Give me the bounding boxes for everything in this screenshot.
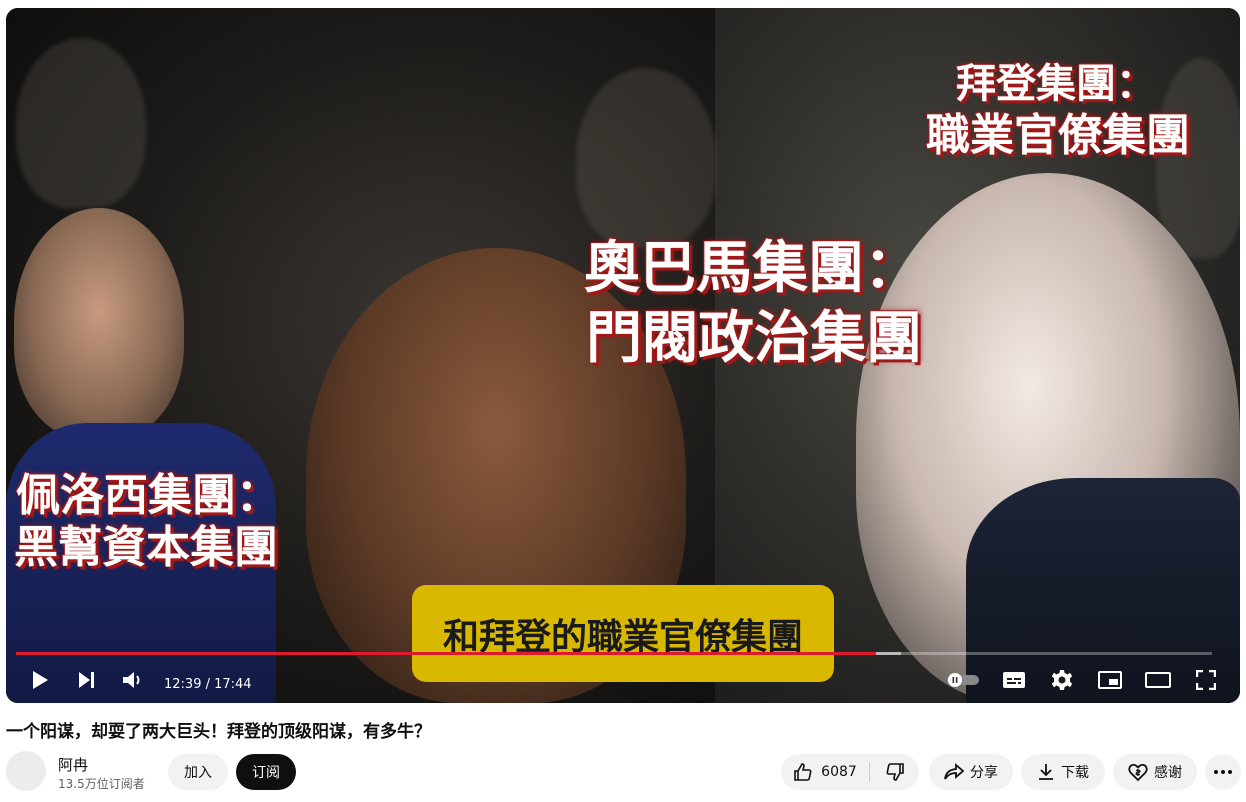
- share-icon: [944, 763, 964, 780]
- video-title: 一个阳谋，却耍了两大巨头！拜登的顶级阳谋，有多牛？: [6, 722, 431, 742]
- more-icon: [1214, 770, 1232, 774]
- download-icon: [1039, 764, 1053, 780]
- autoplay-toggle[interactable]: [946, 668, 980, 692]
- next-button[interactable]: [73, 668, 101, 692]
- like-dislike-group: 6087: [781, 754, 919, 790]
- like-button[interactable]: 6087: [781, 754, 869, 790]
- subtitles-icon: [1003, 672, 1025, 688]
- play-icon: [33, 671, 48, 689]
- subscribe-label: 订阅: [252, 765, 280, 781]
- caption-biden-line1: 拜登集團：: [956, 60, 1156, 107]
- time-display: 12:39 / 17:44: [164, 677, 252, 692]
- miniplayer-button[interactable]: [1096, 668, 1124, 692]
- channel-name[interactable]: 阿冉: [58, 754, 88, 775]
- download-label: 下载: [1061, 765, 1089, 781]
- thanks-label: 感谢: [1154, 765, 1182, 781]
- like-count: 6087: [821, 764, 857, 780]
- channel-avatar[interactable]: [6, 751, 46, 791]
- next-icon: [79, 672, 94, 688]
- caption-biden-line2: 職業官僚集團: [926, 110, 1190, 161]
- subscribe-button[interactable]: 订阅: [236, 754, 296, 790]
- fullscreen-button[interactable]: [1192, 668, 1220, 692]
- settings-button[interactable]: [1048, 668, 1076, 692]
- pelosi-figure: [14, 208, 184, 438]
- caption-obama-line1: 奧巴馬集團：: [584, 235, 920, 301]
- thanks-button[interactable]: 感谢: [1113, 754, 1197, 790]
- subscriber-count: 13.5万位订阅者: [58, 777, 145, 791]
- caption-pelosi-line1: 佩洛西集團：: [16, 470, 280, 521]
- player-controls: 12:39 / 17:44: [6, 658, 1240, 703]
- miniplayer-icon: [1098, 671, 1122, 689]
- thumbs-up-icon: [794, 763, 812, 781]
- progress-buffered: [875, 652, 902, 655]
- download-button[interactable]: 下载: [1021, 754, 1105, 790]
- video-player[interactable]: 拜登集團： 職業官僚集團 奧巴馬集團： 門閥政治集團 佩洛西集團： 黑幫資本集團…: [6, 8, 1240, 703]
- volume-icon: [123, 672, 140, 688]
- join-button[interactable]: 加入: [168, 754, 228, 790]
- settings-icon: [1051, 670, 1073, 690]
- play-button[interactable]: [26, 668, 54, 692]
- thumbs-down-icon: [886, 763, 904, 781]
- volume-button[interactable]: [119, 668, 147, 692]
- video-frame[interactable]: 拜登集團： 職業官僚集團 奧巴馬集團： 門閥政治集團 佩洛西集團： 黑幫資本集團…: [6, 8, 1240, 703]
- progress-played: [16, 652, 876, 655]
- caption-obama-line2: 門閥政治集團: [586, 305, 922, 371]
- autoplay-toggle-icon: [947, 673, 979, 687]
- theater-mode-button[interactable]: [1144, 668, 1172, 692]
- thanks-icon: [1128, 763, 1148, 782]
- share-label: 分享: [970, 765, 998, 781]
- fullscreen-icon: [1196, 670, 1216, 690]
- background-figure: [576, 68, 716, 248]
- background-figure: [16, 38, 146, 208]
- share-button[interactable]: 分享: [929, 754, 1013, 790]
- caption-pelosi-line2: 黑幫資本集團: [14, 522, 278, 573]
- more-actions-button[interactable]: [1205, 754, 1241, 790]
- join-label: 加入: [184, 765, 212, 781]
- subtitles-button[interactable]: [1000, 668, 1028, 692]
- theater-icon: [1145, 672, 1171, 688]
- dislike-button[interactable]: [870, 754, 919, 790]
- progress-bar[interactable]: [16, 652, 1212, 655]
